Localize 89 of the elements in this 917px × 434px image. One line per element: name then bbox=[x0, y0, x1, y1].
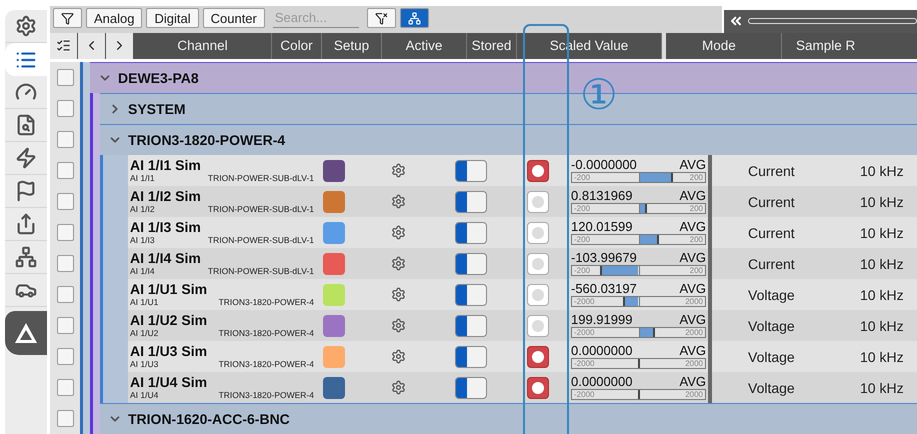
module-name: TRION3-1820-POWER-4 bbox=[218, 359, 314, 369]
scaled-value: -103.99679 bbox=[571, 251, 637, 265]
filter-button[interactable]: Counter bbox=[202, 8, 265, 28]
bar-max: 200 bbox=[690, 173, 703, 182]
column-header[interactable]: Channel bbox=[177, 38, 228, 54]
mode-cell-text: Current bbox=[747, 224, 796, 242]
module-name: TRION3-1820-POWER-4 bbox=[218, 390, 314, 400]
value-mode: AVG bbox=[680, 344, 706, 358]
bar-max: 2000 bbox=[685, 328, 703, 337]
bar-max: 200 bbox=[690, 266, 703, 275]
scaled-value: 0.0000000 bbox=[571, 375, 632, 389]
module-name: TRION3-1820-POWER-4 bbox=[218, 328, 314, 338]
channel-name: AI 1/U3 Sim bbox=[130, 344, 208, 359]
channel-name: AI 1/I3 Sim bbox=[130, 220, 202, 235]
sample-rate-cell-text: 10 kHz bbox=[859, 254, 905, 274]
module-name: TRION-POWER-SUB-dLV-1 bbox=[208, 173, 314, 183]
channel-name: AI 1/I4 Sim bbox=[130, 251, 202, 266]
sample-rate-cell-text: 10 kHz bbox=[859, 224, 905, 242]
mode-cell-text: Voltage bbox=[747, 316, 796, 336]
module-name: TRION-POWER-SUB-dLV-1 bbox=[208, 266, 314, 276]
bar-min: -2000 bbox=[574, 328, 594, 337]
channel-name: AI 1/U4 Sim bbox=[130, 375, 208, 390]
sample-rate-cell-text: 10 kHz bbox=[859, 286, 905, 304]
mode-cell-text: Voltage bbox=[747, 348, 796, 367]
bar-max: 2000 bbox=[685, 297, 703, 306]
sample-rate-cell-text: 10 kHz bbox=[859, 378, 905, 398]
module-name: TRION-POWER-SUB-dLV-1 bbox=[208, 235, 314, 245]
column-header[interactable]: Mode bbox=[702, 38, 736, 54]
group-name: SYSTEM bbox=[128, 101, 186, 117]
scaled-value: 0.0000000 bbox=[571, 344, 632, 358]
channel-id: AI 1/U1 bbox=[130, 297, 158, 307]
value-mode: AVG bbox=[680, 158, 706, 172]
mode-cell-text: Voltage bbox=[747, 378, 796, 398]
bar-min: -200 bbox=[574, 235, 590, 244]
filter-button[interactable]: Digital bbox=[146, 8, 199, 28]
bar-max: 200 bbox=[690, 204, 703, 213]
sample-rate-cell-text: 10 kHz bbox=[859, 348, 905, 366]
column-header[interactable]: Setup bbox=[334, 38, 370, 54]
mode-cell-text: Current bbox=[747, 192, 796, 212]
bar-min: -200 bbox=[574, 204, 590, 213]
scaled-value: 120.01599 bbox=[571, 220, 632, 234]
value-mode: AVG bbox=[680, 313, 706, 327]
scaled-value: -560.03197 bbox=[571, 282, 637, 296]
channel-id: AI 1/U4 bbox=[130, 390, 158, 400]
sample-rate-cell-text: 10 kHz bbox=[859, 162, 905, 180]
bar-max: 2000 bbox=[685, 359, 703, 368]
bar-min: -2000 bbox=[574, 297, 594, 306]
channel-name: AI 1/I2 Sim bbox=[130, 189, 202, 204]
search-field[interactable]: Search... bbox=[272, 8, 359, 28]
group-row[interactable]: TRION-1620-ACC-6-BNC bbox=[100, 403, 917, 434]
scaled-value: 199.91999 bbox=[571, 313, 632, 327]
channel-id: AI 1/I3 bbox=[130, 235, 155, 245]
channel-id: AI 1/U2 bbox=[130, 328, 158, 338]
group-row[interactable]: TRION3-1820-POWER-4 bbox=[100, 124, 917, 155]
group-name: TRION3-1820-POWER-4 bbox=[128, 132, 286, 148]
value-mode: AVG bbox=[680, 251, 706, 265]
column-header[interactable]: Color bbox=[280, 38, 313, 54]
channel-name: AI 1/U2 Sim bbox=[130, 313, 208, 328]
column-header[interactable]: Sample R bbox=[796, 38, 856, 54]
group-name: DEWE3-PA8 bbox=[118, 70, 199, 86]
bar-min: -2000 bbox=[574, 390, 594, 399]
scaled-value: 0.8131969 bbox=[571, 189, 632, 203]
channel-id: AI 1/I4 bbox=[130, 266, 155, 276]
bar-max: 2000 bbox=[685, 390, 703, 399]
value-mode: AVG bbox=[680, 282, 706, 296]
value-mode: AVG bbox=[680, 220, 706, 234]
mode-cell-text: Current bbox=[747, 162, 796, 180]
filter-button[interactable]: Analog bbox=[86, 8, 142, 28]
value-mode: AVG bbox=[680, 375, 706, 389]
bar-max: 200 bbox=[690, 235, 703, 244]
channel-name: AI 1/U1 Sim bbox=[130, 282, 208, 297]
scaled-value: -0.0000000 bbox=[571, 158, 637, 172]
channel-id: AI 1/U3 bbox=[130, 359, 158, 369]
column-header[interactable]: Stored bbox=[472, 38, 512, 54]
module-name: TRION-POWER-SUB-dLV-1 bbox=[208, 204, 314, 214]
bar-min: -2000 bbox=[574, 359, 594, 368]
group-name: TRION-1620-ACC-6-BNC bbox=[128, 411, 290, 427]
value-mode: AVG bbox=[680, 189, 706, 203]
mode-cell-text: Voltage bbox=[747, 286, 796, 305]
sample-rate-cell-text: 10 kHz bbox=[859, 316, 905, 336]
bar-min: -200 bbox=[574, 266, 590, 275]
channel-name: AI 1/I1 Sim bbox=[130, 158, 202, 173]
mode-cell-text: Current bbox=[747, 254, 796, 274]
sample-rate-cell-text: 10 kHz bbox=[859, 192, 905, 212]
channel-id: AI 1/I2 bbox=[130, 204, 155, 214]
module-name: TRION3-1820-POWER-4 bbox=[218, 297, 314, 307]
channel-id: AI 1/I1 bbox=[130, 173, 155, 183]
column-header[interactable]: Active bbox=[406, 38, 442, 54]
bar-min: -200 bbox=[574, 173, 590, 182]
